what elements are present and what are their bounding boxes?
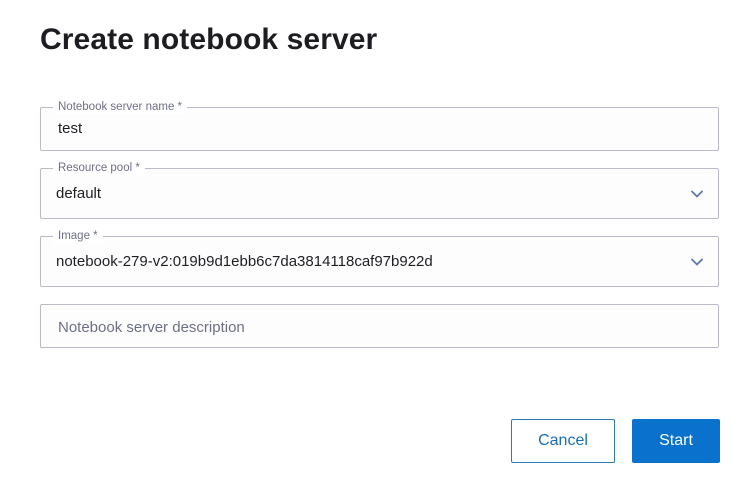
image-select[interactable]: Image * notebook-279-v2:019b9d1ebb6c7da3…: [40, 230, 719, 287]
chevron-down-icon[interactable]: [690, 255, 704, 269]
resource-pool-select[interactable]: Resource pool * default: [40, 162, 719, 219]
notebook-server-name-input[interactable]: test: [58, 120, 82, 137]
resource-pool-value: default: [56, 185, 102, 202]
notebook-server-name-field[interactable]: Notebook server name * test: [40, 101, 719, 151]
cancel-button[interactable]: Cancel: [511, 419, 615, 463]
image-label: Image *: [53, 230, 103, 243]
notebook-server-name-label: Notebook server name *: [53, 101, 188, 114]
start-button[interactable]: Start: [632, 419, 720, 463]
page-title: Create notebook server: [40, 23, 378, 56]
notebook-server-description-field[interactable]: Notebook server description: [40, 304, 719, 348]
notebook-server-description-input[interactable]: Notebook server description: [58, 319, 245, 336]
image-value: notebook-279-v2:019b9d1ebb6c7da3814118ca…: [56, 253, 433, 270]
chevron-down-icon[interactable]: [690, 187, 704, 201]
resource-pool-label: Resource pool *: [53, 162, 145, 175]
